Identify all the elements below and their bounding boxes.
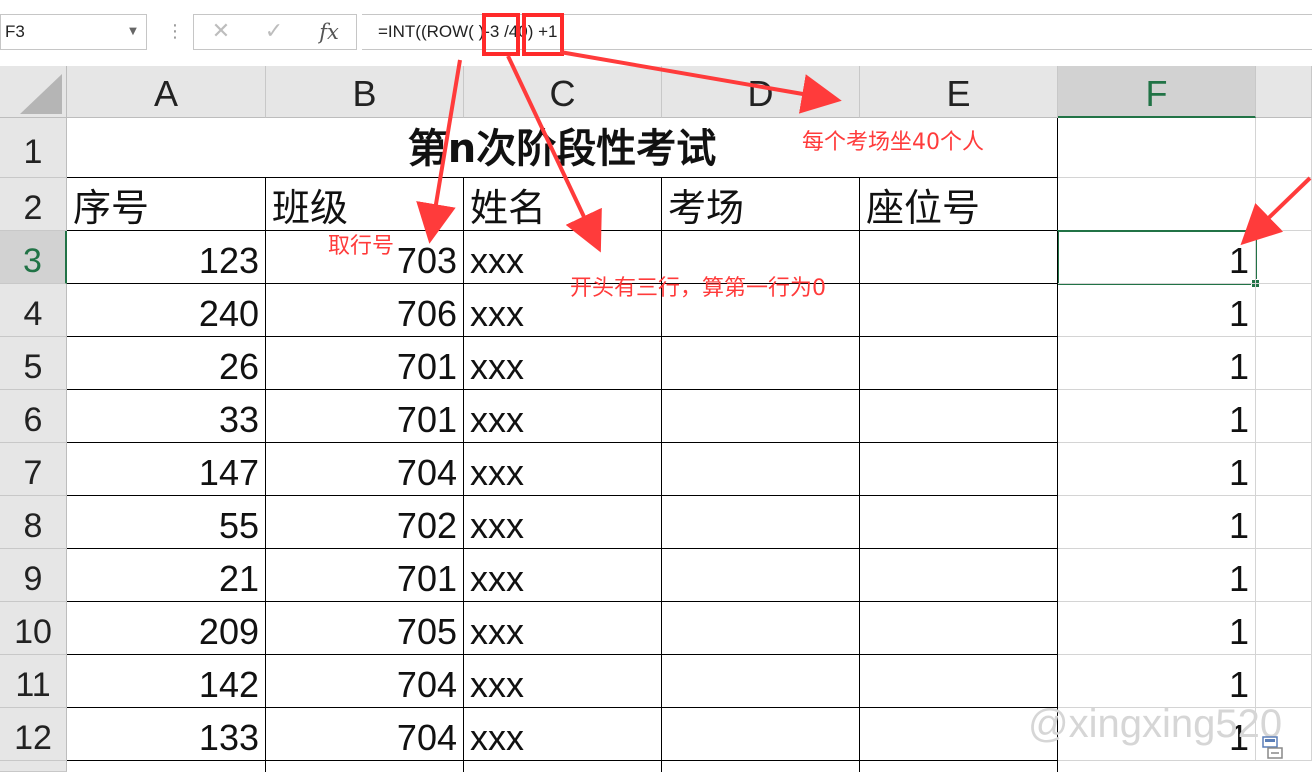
arrow-to-result-cell xyxy=(1240,176,1312,246)
quick-analysis-icon[interactable] xyxy=(1262,736,1286,760)
arrow-to-row-label xyxy=(416,59,462,244)
annotation-row-label: 取行号 xyxy=(328,234,395,259)
arrow-to-per-room-label xyxy=(559,50,842,114)
annotation-per-room-label: 每个考场坐40个人 xyxy=(802,130,984,155)
highlight-box-40 xyxy=(522,13,564,56)
annotation-layer xyxy=(416,13,1312,253)
arrow-to-offset-label xyxy=(506,55,602,253)
watermark-text: @xingxing520 xyxy=(1028,702,1283,746)
annotation-offset-label: 开头有三行，算第一行为0 xyxy=(570,276,826,301)
highlight-box-minus3 xyxy=(482,13,520,56)
